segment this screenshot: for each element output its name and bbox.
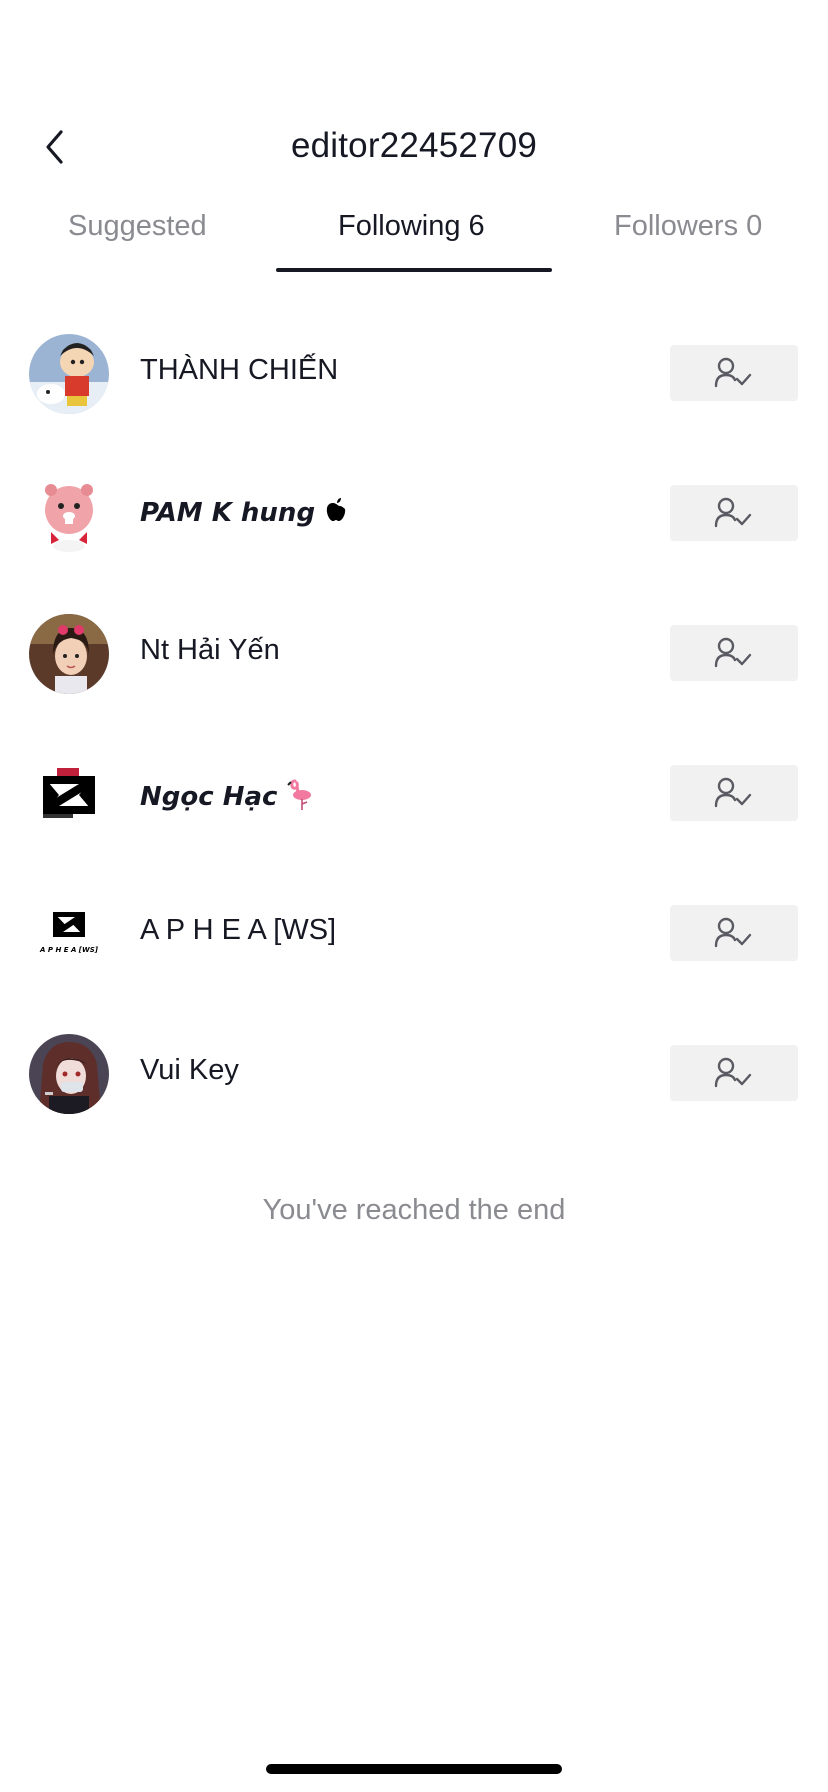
following-list: THÀNH CHIẾN PAM K hung Nt Hải Yến Ngọc H…	[0, 302, 828, 1142]
tab-suggested[interactable]: Suggested	[68, 210, 207, 243]
list-item[interactable]: Ngọc Hạc	[0, 722, 828, 862]
user-name-container[interactable]: Ngọc Hạc	[140, 777, 315, 818]
avatar-caption: A P H E A [WS]	[39, 946, 99, 954]
following-status-button[interactable]	[670, 765, 798, 821]
apple-icon	[325, 497, 347, 530]
avatar[interactable]	[29, 1034, 109, 1114]
avatar[interactable]	[29, 754, 109, 834]
user-name[interactable]: Vui Key	[140, 1054, 239, 1087]
following-user-check-icon	[714, 1057, 752, 1088]
user-name: PAM K hung	[140, 498, 316, 528]
avatar[interactable]	[29, 614, 109, 694]
user-name: Ngọc Hạc	[140, 782, 278, 812]
page-title: editor22452709	[290, 126, 538, 165]
following-status-button[interactable]	[670, 625, 798, 681]
following-user-check-icon	[714, 357, 752, 388]
user-name[interactable]: Nt Hải Yến	[140, 634, 280, 667]
end-of-list-message: You've reached the end	[262, 1194, 566, 1226]
avatar[interactable]	[29, 474, 109, 554]
tab-bar: Suggested Following 6 Followers 0	[0, 196, 828, 274]
home-indicator[interactable]	[266, 1764, 562, 1774]
following-status-button[interactable]	[670, 905, 798, 961]
list-item[interactable]: THÀNH CHIẾN	[0, 302, 828, 442]
user-name-container[interactable]: PAM K hung	[140, 497, 347, 530]
avatar[interactable]	[29, 334, 109, 414]
following-user-check-icon	[714, 777, 752, 808]
header: editor22452709	[0, 110, 828, 184]
following-user-check-icon	[714, 917, 752, 948]
avatar[interactable]: A P H E A [WS]	[29, 894, 109, 974]
active-tab-indicator	[276, 268, 552, 272]
list-item[interactable]: A P H E A [WS] A P H E A [WS]	[0, 862, 828, 1002]
list-item[interactable]: Nt Hải Yến	[0, 582, 828, 722]
flamingo-icon	[287, 777, 315, 818]
list-item[interactable]: PAM K hung	[0, 442, 828, 582]
following-status-button[interactable]	[670, 485, 798, 541]
following-status-button[interactable]	[670, 1045, 798, 1101]
user-name[interactable]: THÀNH CHIẾN	[140, 354, 338, 387]
user-name[interactable]: A P H E A [WS]	[140, 914, 336, 947]
tab-followers[interactable]: Followers 0	[614, 210, 762, 243]
tab-following[interactable]: Following 6	[338, 210, 485, 243]
following-user-check-icon	[714, 637, 752, 668]
following-status-button[interactable]	[670, 345, 798, 401]
following-user-check-icon	[714, 497, 752, 528]
list-item[interactable]: Vui Key	[0, 1002, 828, 1142]
